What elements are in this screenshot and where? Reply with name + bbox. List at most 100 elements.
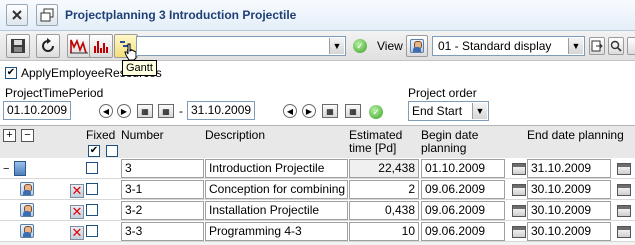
calendar-icon[interactable] (512, 163, 526, 175)
more-button[interactable] (627, 37, 635, 55)
bar-chart-icon (70, 38, 88, 54)
row-description[interactable]: Programming 4-3 (205, 222, 348, 241)
next-period-icon[interactable]: ▶ (117, 104, 131, 118)
row-begin[interactable]: 09.06.2009 (421, 201, 505, 220)
column-number[interactable]: Number (121, 129, 164, 142)
row-description[interactable]: Installation Projectile (205, 201, 348, 220)
column-estimated[interactable]: Estimated time [Pd] (349, 129, 402, 155)
person-icon[interactable] (20, 182, 34, 196)
prev-period-icon[interactable]: ◀ (283, 104, 297, 118)
floppy-disk-icon (11, 39, 25, 53)
next-period-icon[interactable]: ▶ (302, 104, 316, 118)
fixed-checkbox[interactable] (86, 225, 98, 237)
collapse-row-icon[interactable]: − (3, 163, 9, 175)
row-description[interactable]: Introduction Projectile (205, 159, 348, 178)
delete-icon[interactable]: ✕ (70, 226, 84, 240)
column-end[interactable]: End date planning (527, 129, 624, 142)
close-icon[interactable] (6, 4, 28, 26)
delete-icon[interactable]: ✕ (70, 205, 84, 219)
calendar-icon[interactable] (617, 226, 631, 238)
calendar-icon[interactable] (617, 205, 631, 217)
toolbar-select[interactable]: ▼ (136, 36, 346, 56)
row-begin[interactable]: 09.06.2009 (421, 180, 505, 199)
fixed-clear-checkbox[interactable] (106, 145, 118, 157)
person-icon (410, 39, 424, 53)
export-icon (591, 40, 603, 52)
project-order-select[interactable]: End Start ▼ (408, 101, 489, 121)
table-row[interactable]: ✕ 3-3 Programming 4-3 10 09.06.2009 30.1… (0, 221, 635, 242)
row-begin[interactable]: 01.10.2009 (421, 159, 505, 178)
calendar-range-icon[interactable]: ▦ (345, 104, 361, 118)
row-end[interactable]: 30.10.2009 (527, 180, 611, 199)
row-end[interactable]: 31.10.2009 (527, 159, 611, 178)
collapse-all-icon[interactable]: − (21, 129, 34, 142)
column-begin-line2: planning (421, 141, 467, 155)
calendar-icon[interactable] (617, 184, 631, 196)
fixed-select-all-checkbox[interactable]: ✔ (88, 145, 100, 157)
person-icon[interactable] (20, 203, 34, 217)
calendar-icon[interactable] (512, 226, 526, 238)
row-estimated[interactable]: 2 (349, 180, 419, 199)
row-description[interactable]: Conception for combining (205, 180, 348, 199)
toolbar: ▼ ✓ View 01 - Standard display ▼ (0, 31, 635, 61)
table-row[interactable]: − 3 Introduction Projectile 22,438 01.10… (0, 158, 635, 179)
magnifier-icon (610, 40, 622, 52)
date-from-input[interactable]: 01.10.2009 (3, 101, 71, 120)
fixed-checkbox[interactable] (86, 204, 98, 216)
calendar-icon[interactable]: ▦ (137, 104, 153, 118)
save-button[interactable] (6, 34, 30, 58)
person-icon[interactable] (20, 224, 34, 238)
row-estimated[interactable]: 10 (349, 222, 419, 241)
chart-button-1[interactable] (67, 34, 91, 58)
person-view-button[interactable] (406, 35, 428, 57)
calendar-range-icon[interactable]: ▦ (158, 104, 174, 118)
apply-resources-checkbox[interactable]: ✔ (5, 67, 17, 79)
project-icon (14, 161, 26, 176)
ok-check-icon[interactable]: ✓ (353, 39, 367, 53)
fixed-checkbox[interactable] (86, 162, 98, 174)
project-period-label: ProjectTimePeriod (5, 86, 104, 100)
calendar-icon[interactable] (617, 163, 631, 175)
chevron-down-icon[interactable]: ▼ (329, 38, 344, 54)
restore-window-icon[interactable] (36, 4, 58, 26)
calendar-icon[interactable]: ▦ (322, 104, 338, 118)
row-number[interactable]: 3 (121, 159, 204, 178)
row-number[interactable]: 3-2 (121, 201, 204, 220)
filter-panel: ✔ ApplyEmployeeResources ProjectTimePeri… (0, 61, 635, 125)
view-select-value: 01 - Standard display (438, 39, 552, 53)
prev-period-icon[interactable]: ◀ (99, 104, 113, 118)
refresh-icon (42, 38, 54, 52)
view-select[interactable]: 01 - Standard display ▼ (432, 36, 585, 56)
apply-filter-icon[interactable]: ✓ (369, 105, 383, 119)
column-begin[interactable]: Begin date planning (421, 129, 478, 155)
calendar-icon[interactable] (512, 205, 526, 217)
chart-button-2[interactable] (89, 34, 113, 58)
row-end[interactable]: 30.10.2009 (527, 222, 611, 241)
gantt-tooltip: Gantt (122, 60, 157, 76)
export-button[interactable] (589, 37, 605, 55)
row-estimated[interactable]: 0,438 (349, 201, 419, 220)
column-description[interactable]: Description (205, 129, 265, 142)
chevron-down-icon[interactable]: ▼ (568, 38, 583, 54)
column-fixed[interactable]: Fixed (86, 129, 115, 142)
delete-icon[interactable]: ✕ (70, 184, 84, 198)
row-begin[interactable]: 09.06.2009 (421, 222, 505, 241)
refresh-button[interactable] (36, 34, 60, 58)
table-row[interactable]: ✕ 3-2 Installation Projectile 0,438 09.0… (0, 200, 635, 221)
title-bar: Projectplanning 3 Introduction Projectil… (0, 0, 635, 31)
row-estimated[interactable]: 22,438 (349, 159, 419, 178)
calendar-icon[interactable] (512, 184, 526, 196)
zoom-button[interactable] (608, 37, 624, 55)
row-end[interactable]: 30.10.2009 (527, 201, 611, 220)
table-row[interactable]: ✕ 3-1 Conception for combining 2 09.06.2… (0, 179, 635, 200)
row-number[interactable]: 3-1 (121, 180, 204, 199)
expand-all-icon[interactable]: + (3, 129, 16, 142)
view-label: View (377, 39, 403, 53)
date-separator: - (179, 104, 183, 118)
date-to-input[interactable]: 31.10.2009 (187, 101, 255, 120)
row-number[interactable]: 3-3 (121, 222, 204, 241)
window-title: Projectplanning 3 Introduction Projectil… (65, 8, 297, 22)
project-order-label: Project order (408, 86, 477, 100)
chevron-down-icon[interactable]: ▼ (472, 103, 487, 119)
fixed-checkbox[interactable] (86, 183, 98, 195)
